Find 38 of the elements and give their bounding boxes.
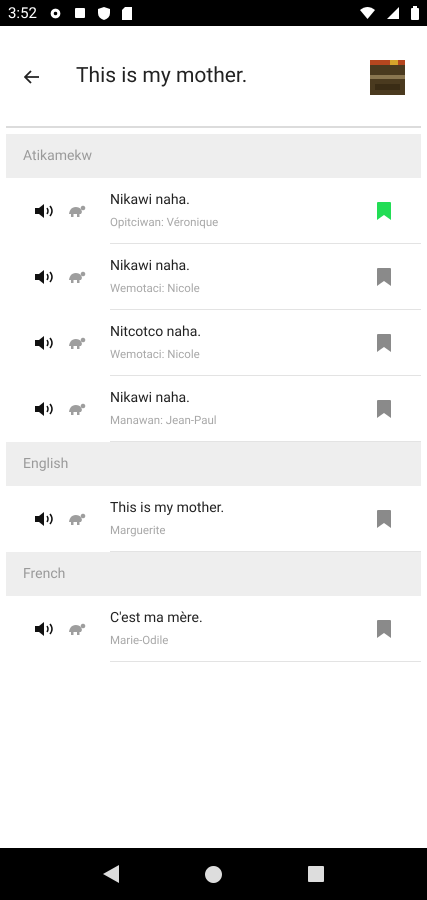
- speaker-name: Opitciwan: Véronique: [110, 214, 220, 231]
- signal-icon: [387, 7, 399, 19]
- section-title: Atikamekw: [23, 146, 92, 166]
- battery-icon: [411, 6, 419, 20]
- speaker-name: Marguerite: [110, 522, 167, 539]
- app-icon: [74, 7, 86, 19]
- turtle-icon[interactable]: [68, 336, 86, 350]
- phrase-text: C'est ma mère.: [110, 608, 204, 628]
- bookmark-icon[interactable]: [377, 620, 391, 638]
- page-title: This is my mother.: [76, 63, 248, 90]
- home-icon[interactable]: [205, 866, 222, 882]
- phrase-text: Nitcotco naha.: [110, 322, 202, 342]
- phrase-text: Nikawi naha.: [110, 256, 191, 276]
- bookmark-icon[interactable]: [377, 400, 391, 418]
- speaker-name: Marie-Odile: [110, 632, 170, 649]
- turtle-icon[interactable]: [68, 204, 86, 218]
- section-title: English: [23, 454, 68, 474]
- phrase-text: Nikawi naha.: [110, 190, 191, 210]
- speaker-name: Wemotaci: Nicole: [110, 280, 201, 297]
- status-time: 3:52: [8, 2, 37, 24]
- bookmark-icon[interactable]: [377, 334, 391, 352]
- back-arrow-icon[interactable]: [24, 70, 40, 84]
- turtle-icon[interactable]: [68, 270, 86, 284]
- section-title: French: [23, 564, 66, 584]
- bookmark-icon[interactable]: [377, 202, 391, 220]
- bookmark-icon[interactable]: [377, 268, 391, 286]
- speaker-name: Wemotaci: Nicole: [110, 346, 201, 363]
- turtle-icon[interactable]: [68, 402, 86, 416]
- shield-icon: [98, 6, 110, 20]
- speaker-name: Manawan: Jean-Paul: [110, 412, 218, 429]
- turtle-icon[interactable]: [68, 622, 86, 636]
- phrase-text: This is my mother.: [110, 498, 226, 518]
- back-icon[interactable]: [103, 865, 119, 883]
- sd-card-icon: [122, 6, 132, 20]
- wifi-icon: [360, 7, 375, 19]
- bookmark-icon[interactable]: [377, 510, 391, 528]
- phrase-text: Nikawi naha.: [110, 388, 191, 408]
- turtle-icon[interactable]: [68, 512, 86, 526]
